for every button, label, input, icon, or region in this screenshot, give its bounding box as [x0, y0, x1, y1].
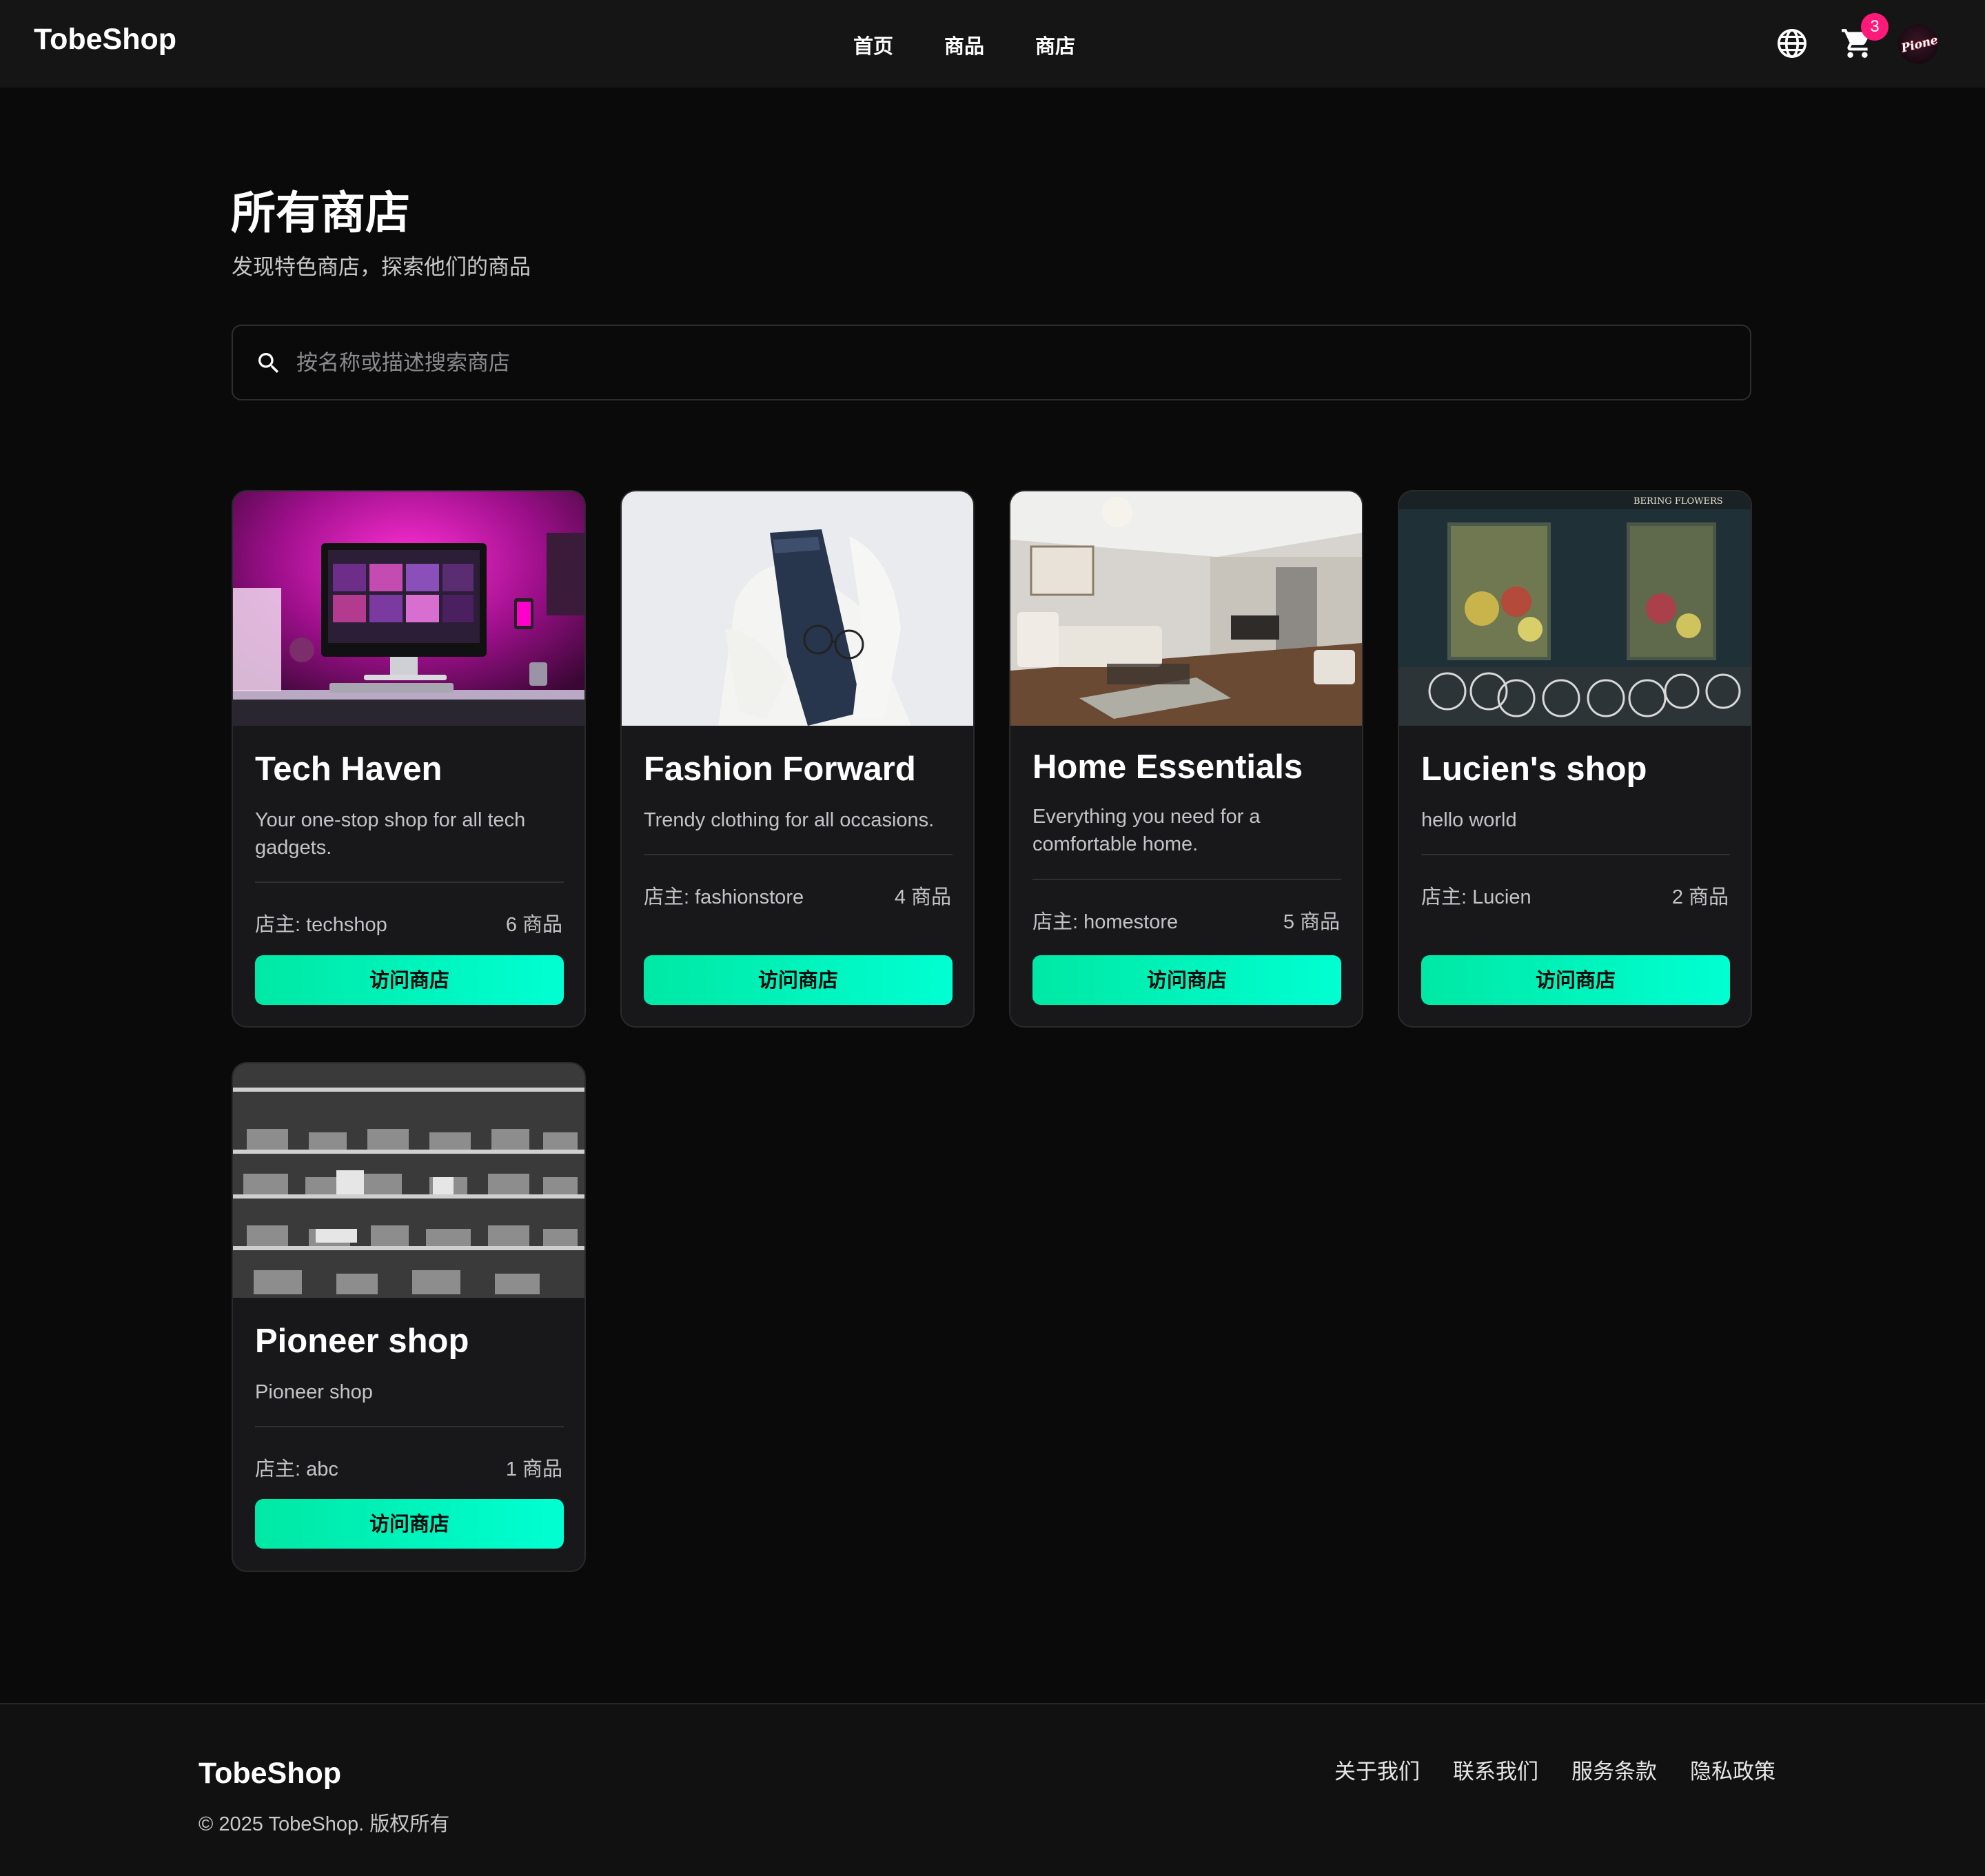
visit-shop-button[interactable]: 访问商店: [1421, 955, 1730, 1005]
shop-image-pioneer-shop: [233, 1063, 584, 1298]
search-box[interactable]: [232, 325, 1751, 400]
card-divider: [1032, 879, 1341, 880]
navbar: TobeShop 首页 商品 商店 3 Pioneer: [0, 0, 1985, 88]
shop-card-home-essentials[interactable]: Home Essentials Everything you need for …: [1009, 490, 1363, 1028]
shop-product-count: 2 商品: [1671, 886, 1729, 908]
nav-link-products[interactable]: 商品: [944, 30, 984, 59]
card-divider: [255, 881, 564, 883]
card-divider: [1421, 854, 1730, 855]
shop-owner: 店主: fashionstore: [644, 886, 804, 908]
visit-shop-button[interactable]: 访问商店: [1032, 955, 1341, 1005]
footer-copyright: © 2025 TobeShop. 版权所有: [198, 1813, 450, 1835]
visit-shop-button[interactable]: 访问商店: [644, 955, 953, 1005]
shop-card-luciens-shop[interactable]: BERING FLOWERS Lucien's shop hello world…: [1398, 490, 1752, 1028]
shop-card-fashion-forward[interactable]: Fashion Forward Trendy clothing for all …: [620, 490, 975, 1028]
globe-icon[interactable]: [1776, 28, 1808, 59]
shop-image-luciens-shop: BERING FLOWERS: [1399, 491, 1751, 726]
cart-count-badge: 3: [1861, 13, 1889, 41]
footer-link-about[interactable]: 关于我们: [1334, 1754, 1420, 1785]
page-subtitle: 发现特色商店，探索他们的商品: [232, 255, 531, 279]
shop-owner: 店主: techshop: [255, 914, 387, 936]
image-sign-text: BERING FLOWERS: [1633, 496, 1723, 507]
shop-name: Home Essentials: [1032, 748, 1303, 786]
shop-owner: 店主: Lucien: [1421, 886, 1531, 908]
shop-name: Lucien's shop: [1421, 751, 1647, 788]
shop-name: Fashion Forward: [644, 751, 916, 788]
shop-product-count: 6 商品: [505, 914, 562, 936]
shop-name: Tech Haven: [255, 751, 442, 788]
footer: TobeShop © 2025 TobeShop. 版权所有 关于我们 联系我们…: [0, 1703, 1985, 1876]
avatar-logo-text: Pioneer: [1900, 30, 1938, 56]
visit-shop-button[interactable]: 访问商店: [255, 955, 564, 1005]
shop-card-tech-haven[interactable]: Tech Haven Your one-stop shop for all te…: [232, 490, 586, 1028]
visit-shop-button[interactable]: 访问商店: [255, 1499, 564, 1549]
shop-description: Trendy clothing for all occasions.: [644, 809, 935, 831]
shop-description: hello world: [1421, 809, 1517, 831]
search-input[interactable]: [295, 343, 1718, 383]
shop-description: Everything you need for a comfortable ho…: [1032, 806, 1261, 855]
footer-link-terms[interactable]: 服务条款: [1571, 1754, 1657, 1785]
avatar[interactable]: Pioneer: [1898, 24, 1938, 64]
brand-logo[interactable]: TobeShop: [34, 23, 176, 57]
shop-image-fashion-forward: [622, 491, 973, 726]
shop-name: Pioneer shop: [255, 1323, 469, 1360]
shop-card-pioneer-shop[interactable]: Pioneer shop Pioneer shop 店主: abc 1 商品 访…: [232, 1062, 586, 1572]
shop-owner: 店主: homestore: [1032, 911, 1179, 933]
nav-links: 首页 商品 商店: [853, 30, 1075, 59]
footer-links: 关于我们 联系我们 服务条款 隐私政策: [1334, 1754, 1775, 1785]
shop-product-count: 1 商品: [505, 1458, 562, 1480]
page-title: 所有商店: [231, 187, 411, 238]
shop-owner: 店主: abc: [255, 1458, 338, 1480]
footer-brand: TobeShop: [198, 1757, 342, 1790]
card-divider: [644, 854, 953, 855]
footer-link-privacy[interactable]: 隐私政策: [1690, 1754, 1775, 1785]
shop-product-count: 4 商品: [894, 886, 951, 908]
shop-image-tech-haven: [233, 491, 584, 726]
search-icon: [258, 353, 279, 374]
shop-description: Your one-stop shop for all tech gadgets.: [255, 809, 526, 859]
shop-image-home-essentials: [1010, 491, 1362, 726]
nav-link-home[interactable]: 首页: [853, 30, 893, 59]
card-divider: [255, 1426, 564, 1427]
shop-product-count: 5 商品: [1283, 911, 1340, 933]
shop-description: Pioneer shop: [255, 1381, 373, 1403]
nav-link-shops[interactable]: 商店: [1035, 30, 1075, 59]
footer-link-contact[interactable]: 联系我们: [1453, 1754, 1538, 1785]
